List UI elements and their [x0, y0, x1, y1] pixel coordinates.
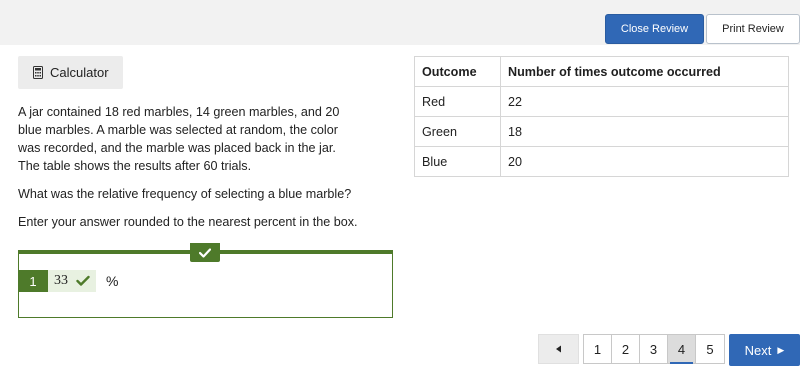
caret-right-icon: ▶: [777, 344, 785, 355]
table-row: Blue 20: [414, 146, 789, 177]
outcome-cell: Blue: [414, 146, 501, 177]
caret-left-icon: [556, 345, 561, 353]
outcome-cell: Red: [414, 86, 501, 117]
page-button-3[interactable]: 3: [640, 335, 668, 363]
answer-row: 1 33 %: [18, 270, 118, 292]
question-prompt: What was the relative frequency of selec…: [18, 187, 352, 201]
answer-correct-tab: [190, 243, 220, 262]
question-paragraph: A jar contained 18 red marbles, 14 green…: [18, 105, 340, 173]
calculator-icon: [33, 66, 43, 79]
answer-input[interactable]: 33: [48, 270, 96, 292]
count-cell: 22: [500, 86, 789, 117]
page-button-2[interactable]: 2: [612, 335, 640, 363]
question-instruction: Enter your answer rounded to the nearest…: [18, 215, 358, 229]
next-label: Next: [744, 342, 772, 358]
answer-unit: %: [106, 273, 119, 289]
outcome-table: Outcome Number of times outcome occurred…: [414, 56, 789, 177]
pagination: 1 2 3 4 5: [583, 334, 725, 364]
answer-number-badge: 1: [18, 270, 48, 292]
table-row: Red 22: [414, 86, 789, 117]
correct-check-icon: [76, 275, 90, 286]
count-cell: 18: [500, 116, 789, 147]
page-button-5[interactable]: 5: [696, 335, 724, 363]
table-header-row: Outcome Number of times outcome occurred: [414, 56, 789, 87]
page-button-4[interactable]: 4: [668, 335, 696, 364]
table-row: Green 18: [414, 116, 789, 147]
page-button-1[interactable]: 1: [584, 335, 612, 363]
close-review-button[interactable]: Close Review: [605, 14, 704, 44]
calculator-button[interactable]: Calculator: [18, 56, 123, 89]
calculator-label: Calculator: [50, 65, 109, 80]
answer-value: 33: [54, 273, 68, 288]
outcome-cell: Green: [414, 116, 501, 147]
previous-page-button[interactable]: [538, 334, 579, 364]
column-header-outcome: Outcome: [414, 56, 501, 87]
question-text: A jar contained 18 red marbles, 14 green…: [18, 103, 358, 241]
print-review-button[interactable]: Print Review: [706, 14, 800, 44]
next-button[interactable]: Next ▶: [729, 334, 800, 366]
count-cell: 20: [500, 146, 789, 177]
check-icon: [199, 247, 211, 258]
column-header-count: Number of times outcome occurred: [500, 56, 789, 87]
